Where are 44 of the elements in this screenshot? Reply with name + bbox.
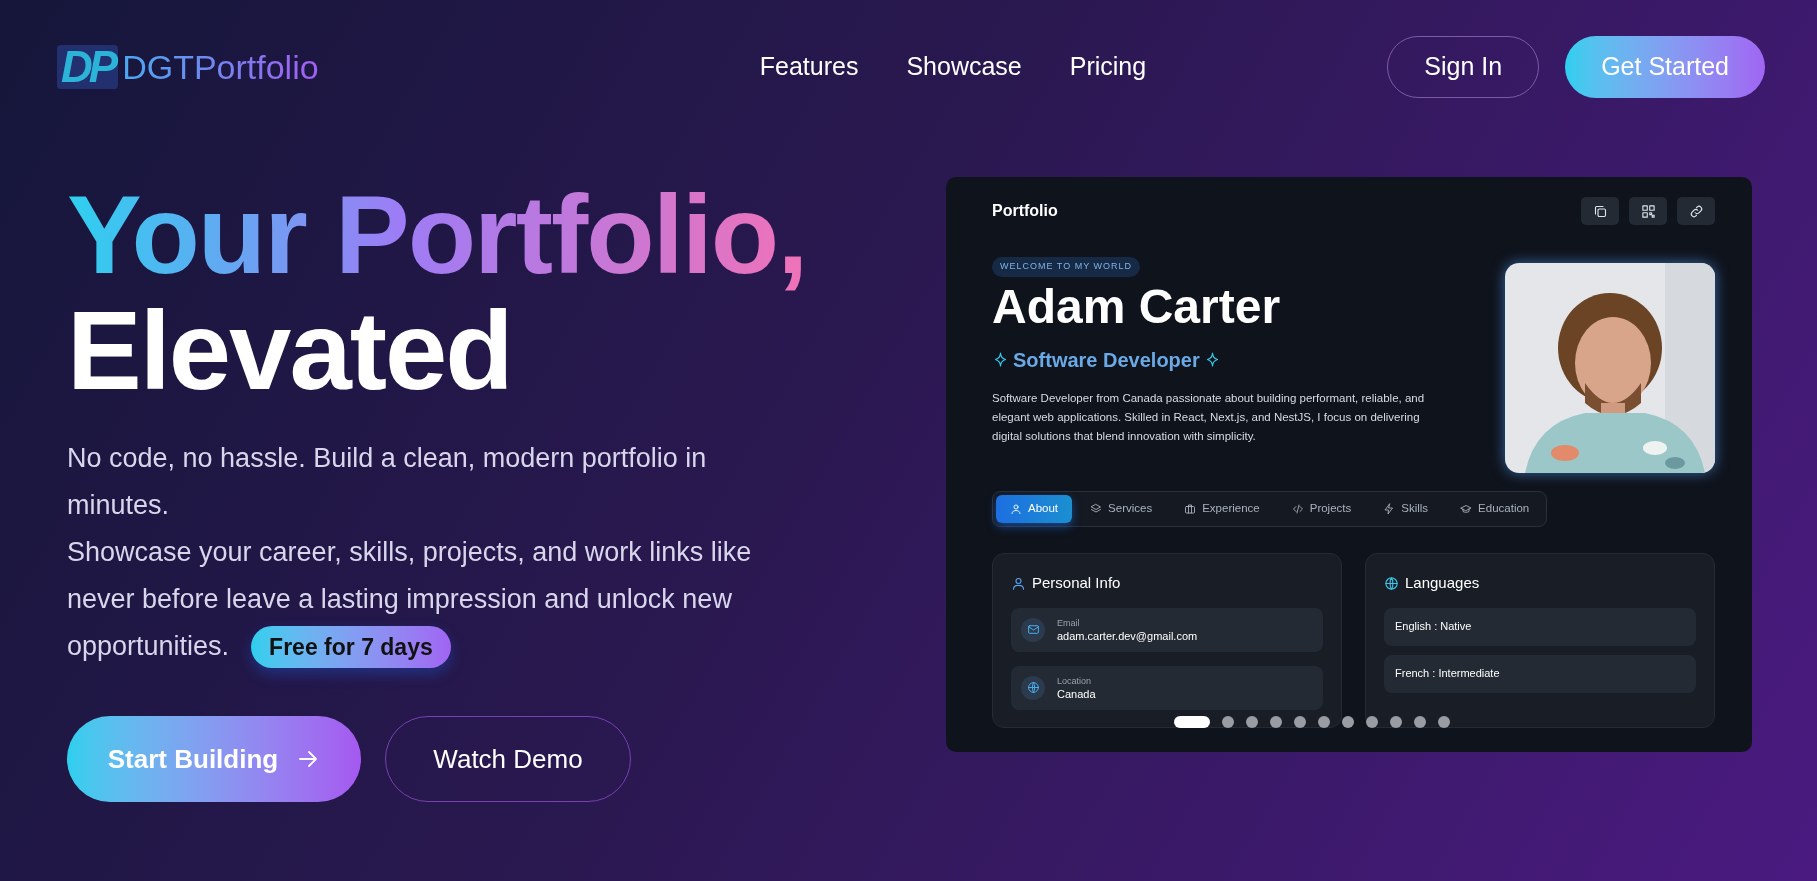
user-icon: [1011, 575, 1026, 591]
tab[interactable]: About: [996, 495, 1073, 523]
hero-paragraph: No code, no hassle. Build a clean, modern portfolio in minutes.: [67, 442, 708, 522]
hero-paragraph: Showcase your career, skills, projects, and work links like never before leave a lasting impression and unlock new opportunities. Free for 7 days: [67, 529, 767, 670]
nav-link[interactable]: Showcase: [906, 48, 1022, 86]
sparkle-icon: [992, 351, 1009, 368]
globe-icon: [1026, 681, 1040, 694]
tab[interactable]: Experience: [1170, 495, 1274, 523]
graduation-cap-icon: [1460, 503, 1473, 515]
card-title: Languages: [1405, 573, 1480, 593]
code-icon: [1291, 503, 1304, 515]
headline: Elevated: [67, 293, 512, 409]
welcome-badge: WELCOME TO MY WORLD: [992, 257, 1140, 277]
tab[interactable]: Projects: [1277, 495, 1366, 523]
person-name: Adam Carter: [992, 278, 1281, 335]
nav-link[interactable]: Features: [759, 48, 859, 86]
preview-title: Portfolio: [992, 201, 1058, 221]
person-role: Software Developer: [1013, 347, 1200, 373]
copy-button[interactable]: [1581, 197, 1619, 225]
user-icon: [1010, 503, 1022, 515]
mail-icon: [1026, 623, 1040, 636]
globe-icon: [1384, 575, 1399, 591]
qr-code-icon: [1640, 203, 1656, 219]
copy-icon: [1592, 203, 1608, 219]
logo-mark: DP: [57, 45, 119, 89]
tab[interactable]: Education: [1446, 495, 1544, 523]
link-button[interactable]: [1677, 197, 1715, 225]
nav-link[interactable]: Pricing: [1069, 48, 1147, 86]
layers-icon: [1090, 503, 1103, 515]
bolt-icon: [1383, 503, 1396, 515]
tab[interactable]: Skills: [1369, 495, 1443, 523]
trial-badge: Free for 7 days: [251, 626, 451, 668]
language-item: French : Intermediate: [1384, 654, 1696, 693]
link-icon: [1688, 203, 1704, 219]
language-item: English : Native: [1384, 607, 1696, 646]
field-value: adam.carter.dev@gmail.com: [1057, 629, 1198, 643]
tab[interactable]: Services: [1076, 495, 1167, 523]
field-label: Email: [1057, 616, 1081, 630]
card-title: Personal Info: [1032, 573, 1121, 593]
field-label: Location: [1057, 674, 1093, 688]
field-value: Canada: [1057, 687, 1096, 701]
briefcase-icon: [1184, 503, 1197, 515]
qr-code-button[interactable]: [1629, 197, 1667, 225]
bio-text: Software Developer from Canada passionate about building performant, reliable, and elegant web applications. Skilled in React, Next.js, and NestJS, I focus on delivering digital solutions that blend innovation with simplicity.: [992, 390, 1426, 444]
